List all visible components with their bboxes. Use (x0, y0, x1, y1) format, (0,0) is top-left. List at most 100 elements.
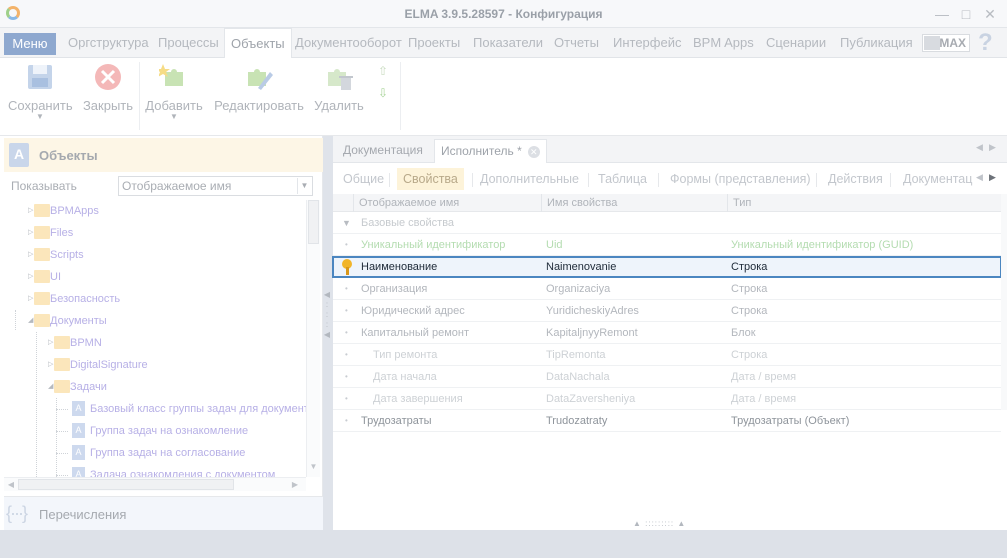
table-row-selected[interactable]: Наименование Naimenovanie Строка (332, 256, 1002, 278)
tab-scroll-left-icon[interactable]: ◀ (976, 142, 983, 153)
scroll-right-icon[interactable]: ▶ (288, 478, 302, 491)
tree-item-files[interactable]: ▷ Files (28, 222, 73, 244)
maximize-icon[interactable]: □ (958, 6, 974, 22)
tab-reports[interactable]: Отчеты (548, 28, 605, 58)
help-icon[interactable]: ? (978, 29, 993, 57)
tree-item-security[interactable]: ▷ Безопасность (28, 288, 120, 310)
cell-property-name: YuridicheskiyAdres (546, 305, 639, 317)
table-row[interactable]: • Дата начала DataNachala Дата / время (333, 366, 1001, 388)
add-label: Добавить (145, 98, 203, 113)
table-row[interactable]: • Капитальный ремонт KapitaljnyyRemont Б… (333, 322, 1001, 344)
show-mode-select[interactable]: Отображаемое имя ▼ (118, 176, 313, 196)
subtab-general[interactable]: Общие (337, 168, 390, 190)
delete-label: Удалить (314, 98, 364, 113)
table-row[interactable]: • Юридический адрес YuridicheskiyAdres С… (333, 300, 1001, 322)
minimize-icon[interactable]: — (934, 6, 950, 22)
table-row[interactable]: • Уникальный идентификатор Uid Уникальны… (333, 234, 1001, 256)
show-label: Показывать (11, 179, 77, 193)
folder-icon (34, 204, 50, 217)
row-bullet: • (345, 328, 348, 337)
add-button[interactable]: Добавить ▼ (145, 62, 203, 121)
subtab-actions[interactable]: Действия (822, 168, 889, 190)
puzzle-delete-icon (324, 62, 354, 92)
enumerations-section[interactable]: {···} Перечисления (4, 496, 323, 530)
cell-property-name: Trudozatraty (546, 415, 608, 427)
bottom-splitter[interactable]: ▲ ::::::::: ▲ (633, 519, 686, 528)
tree-item-digitalsignature[interactable]: ▷ DigitalSignature (48, 354, 148, 376)
tab-executor[interactable]: Исполнитель * ✕ (434, 139, 547, 163)
tab-documentation[interactable]: Документация (337, 139, 429, 163)
tree-item-object[interactable]: A Задача ознакомления с документом (72, 464, 275, 477)
delete-button[interactable]: Удалить (312, 62, 366, 113)
panel-splitter[interactable]: ◀::: ◀ (323, 290, 331, 340)
save-dropdown-icon[interactable]: ▼ (8, 113, 72, 121)
table-row[interactable]: • Трудозатраты Trudozatraty Трудозатраты… (333, 410, 1001, 432)
tree-item-object[interactable]: A Базовый класс группы задач для документ (72, 398, 306, 420)
tree-item-label: UI (50, 271, 61, 283)
tab-orgstructure[interactable]: Оргструктура (62, 28, 155, 58)
table-row[interactable]: • Организация Organizaciya Строка (333, 278, 1001, 300)
add-dropdown-icon[interactable]: ▼ (145, 113, 203, 121)
table-row[interactable]: • Дата завершения DataZaversheniya Дата … (333, 388, 1001, 410)
subtab-scroll-left-icon[interactable]: ◀ (976, 172, 983, 183)
tree-item-bpmn[interactable]: ▷ BPMN (48, 332, 102, 354)
cell-type: Строка (731, 261, 768, 273)
table-row[interactable]: • Тип ремонта TipRemonta Строка (333, 344, 1001, 366)
tree-horizontal-scrollbar[interactable]: ◀ ▶ (4, 477, 306, 491)
group-row-base-properties[interactable]: ▼ Базовые свойства (333, 212, 1001, 234)
subtab-properties[interactable]: Свойства (397, 168, 464, 190)
grid-vertical-scrollbar[interactable] (1001, 194, 1007, 410)
move-up-icon[interactable]: ⇧ (378, 64, 392, 78)
tab-projects[interactable]: Проекты (402, 28, 466, 58)
max-mode-toggle[interactable]: MAX (922, 34, 970, 52)
objects-tree: ▷ BPMApps ▷ Files ▷ Scripts ▷ UI ▷ Безопаснос… (4, 200, 306, 477)
scroll-down-icon[interactable]: ▼ (307, 462, 320, 471)
save-button[interactable]: Сохранить ▼ (8, 62, 73, 121)
subtab-separator (472, 173, 473, 187)
subtab-additional[interactable]: Дополнительные (474, 168, 585, 190)
tree-item-scripts[interactable]: ▷ Scripts (28, 244, 84, 266)
tree-item-tasks[interactable]: ◢ Задачи (48, 376, 107, 398)
tree-item-ui[interactable]: ▷ UI (28, 266, 61, 288)
folder-icon (34, 248, 50, 261)
column-display-name[interactable]: Отображаемое имя (353, 194, 541, 212)
tab-processes[interactable]: Процессы (152, 28, 225, 58)
tab-interface[interactable]: Интерфейс (607, 28, 687, 58)
close-icon[interactable]: ✕ (982, 6, 998, 22)
edit-button[interactable]: Редактировать (214, 62, 304, 113)
key-icon (341, 259, 353, 275)
tab-bpm-apps[interactable]: BPM Apps (687, 28, 760, 58)
tab-scroll-right-icon[interactable]: ▶ (989, 142, 996, 153)
tab-scenarios[interactable]: Сценарии (760, 28, 832, 58)
tree-item-object[interactable]: A Группа задач на ознакомление (72, 420, 248, 442)
column-type[interactable]: Тип (727, 194, 977, 212)
collapse-group-icon[interactable]: ▼ (342, 212, 351, 234)
tree-vertical-scrollbar[interactable]: ▼ (306, 200, 320, 477)
subtab-forms[interactable]: Формы (представления) (664, 168, 817, 190)
cell-property-name: TipRemonta (546, 349, 606, 361)
column-property-name[interactable]: Имя свойства (541, 194, 727, 212)
cell-type: Блок (731, 327, 756, 339)
move-down-icon[interactable]: ⇩ (378, 86, 392, 100)
close-button[interactable]: Закрыть (82, 62, 134, 113)
cell-property-name: DataZaversheniya (546, 393, 636, 405)
scroll-thumb[interactable] (18, 479, 234, 490)
tree-item-documents[interactable]: ◢ Документы (28, 310, 107, 332)
tab-objects[interactable]: Объекты (224, 28, 292, 59)
grid-header: Отображаемое имя Имя свойства Тип (333, 194, 1001, 212)
tree-item-bpmapps[interactable]: ▷ BPMApps (28, 200, 99, 222)
tab-publication[interactable]: Публикация (834, 28, 919, 58)
scroll-left-icon[interactable]: ◀ (4, 478, 18, 491)
enumerations-label: Перечисления (39, 507, 127, 522)
tab-indicators[interactable]: Показатели (467, 28, 549, 58)
subtab-documentation[interactable]: Документац (897, 168, 977, 190)
close-tab-icon[interactable]: ✕ (527, 145, 540, 158)
subtab-table[interactable]: Таблица (592, 168, 653, 190)
subtab-scroll-right-icon[interactable]: ▶ (989, 172, 996, 183)
tab-document-flow[interactable]: Документооборот (289, 28, 408, 58)
scroll-thumb[interactable] (308, 200, 319, 244)
row-bullet: • (345, 394, 348, 403)
subtab-separator (588, 173, 589, 187)
main-menu-button[interactable]: Меню (4, 33, 56, 55)
tree-item-object[interactable]: A Группа задач на согласование (72, 442, 245, 464)
